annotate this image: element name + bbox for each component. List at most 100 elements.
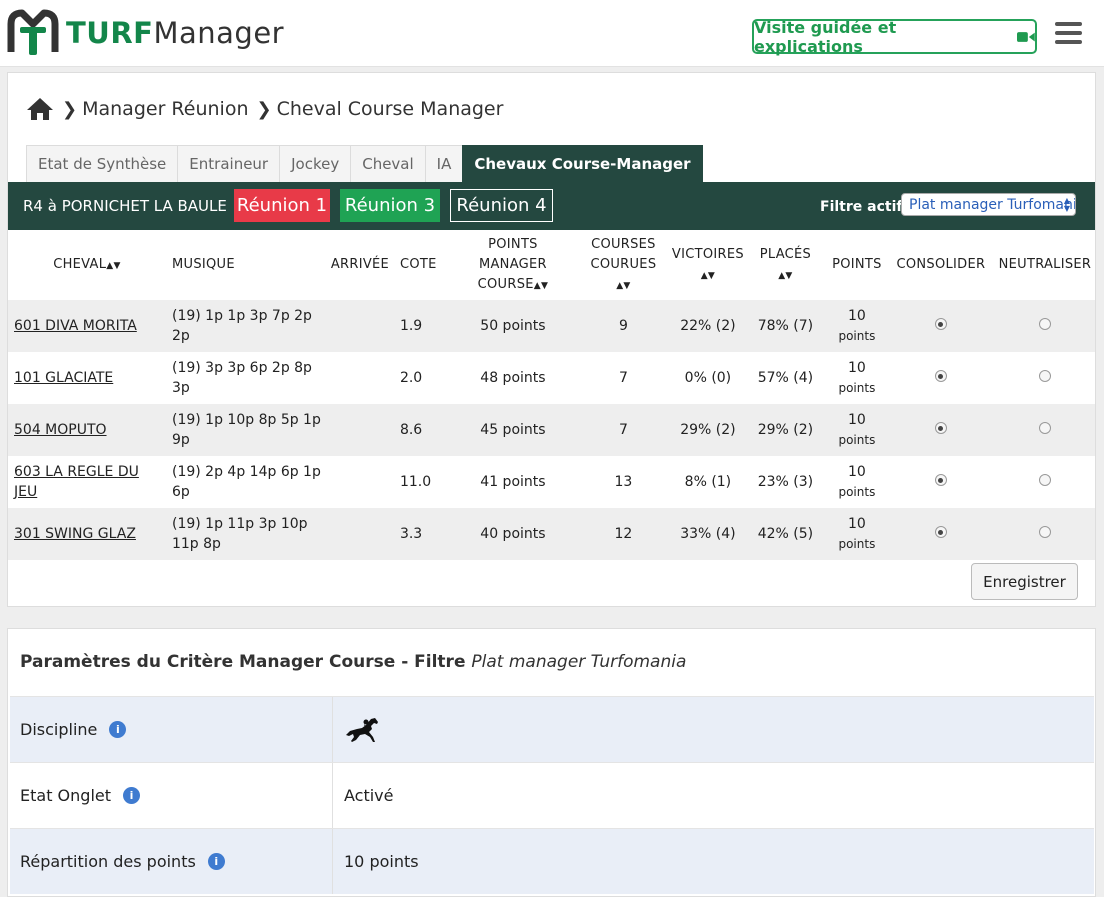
main-card: ❯ Manager Réunion ❯ Cheval Course Manage… bbox=[7, 72, 1096, 607]
breadcrumb: ❯ Manager Réunion ❯ Cheval Course Manage… bbox=[26, 97, 503, 121]
params-card: Paramètres du Critère Manager Course - F… bbox=[7, 628, 1096, 897]
guided-tour-button[interactable]: Visite guidée et explications bbox=[752, 18, 1037, 56]
horse-link[interactable]: 504 MOPUTO bbox=[14, 422, 107, 438]
chevron-right-icon: ❯ bbox=[62, 98, 78, 120]
horse-link[interactable]: 101 GLACIATE bbox=[14, 370, 113, 386]
params-title: Paramètres du Critère Manager Course - F… bbox=[20, 652, 687, 672]
param-row-discipline: Discipline i bbox=[10, 696, 1094, 762]
points-mc-cell: 45 points bbox=[480, 422, 546, 438]
col-courses-courues[interactable]: COURSES COURUES ▲▼ bbox=[575, 230, 672, 300]
filter-select[interactable]: Plat manager Turfomania ▲ ▼ bbox=[901, 193, 1076, 216]
table-row: 603 LA REGLE DU JEU (19) 2p 4p 14p 6p 1p… bbox=[8, 456, 1095, 508]
galloping-horse-icon bbox=[346, 717, 378, 742]
courses-cell: 7 bbox=[618, 422, 628, 438]
musique-cell: (19) 1p 11p 3p 10p 11p 8p bbox=[171, 516, 308, 552]
horse-link[interactable]: 601 DIVA MORITA bbox=[14, 318, 137, 334]
params-list: Discipline i Etat Onglet i Activé Répartit… bbox=[10, 696, 1094, 894]
tab-bar: Etat de Synthèse Entraineur Jockey Cheva… bbox=[26, 145, 703, 183]
neutraliser-radio[interactable] bbox=[1038, 422, 1051, 434]
col-victoires[interactable]: VICTOIRES ▲▼ bbox=[672, 230, 744, 300]
save-button[interactable]: Enregistrer bbox=[971, 563, 1078, 600]
chevron-right-icon: ❯ bbox=[256, 98, 272, 120]
places-cell: 42% (5) bbox=[757, 526, 814, 542]
points-mc-cell: 48 points bbox=[480, 370, 546, 386]
arrivee-cell bbox=[326, 404, 394, 456]
places-cell: 57% (4) bbox=[757, 370, 814, 386]
reunion-1-button[interactable]: Réunion 1 bbox=[234, 189, 330, 222]
consolider-radio[interactable] bbox=[934, 526, 947, 538]
horses-table: CHEVAL▲▼ MUSIQUE ARRIVÉE COTE POINTS MANA… bbox=[8, 230, 1095, 560]
arrivee-cell bbox=[326, 456, 394, 508]
tab-ia[interactable]: IA bbox=[424, 145, 463, 183]
musique-cell: (19) 2p 4p 14p 6p 1p 6p bbox=[171, 464, 321, 500]
places-cell: 23% (3) bbox=[757, 474, 814, 490]
tab-etat-synthese[interactable]: Etat de Synthèse bbox=[26, 145, 178, 183]
neutraliser-radio[interactable] bbox=[1038, 370, 1051, 382]
menu-icon[interactable] bbox=[1055, 22, 1082, 44]
tab-entraineur[interactable]: Entraineur bbox=[177, 145, 280, 183]
courses-cell: 12 bbox=[614, 526, 633, 542]
select-arrows-icon: ▲ ▼ bbox=[1063, 196, 1071, 213]
info-icon[interactable]: i bbox=[207, 853, 225, 870]
table-row: 101 GLACIATE (19) 3p 3p 6p 2p 8p 3p 2.0 … bbox=[8, 352, 1095, 404]
home-icon[interactable] bbox=[26, 97, 54, 121]
consolider-radio[interactable] bbox=[934, 370, 947, 382]
arrivee-cell bbox=[326, 508, 394, 560]
info-icon[interactable]: i bbox=[123, 787, 140, 804]
cote-cell: 11.0 bbox=[399, 474, 432, 490]
logo[interactable]: TURFManager bbox=[6, 8, 284, 58]
sort-icon: ▲▼ bbox=[106, 260, 121, 271]
points-cell: 10 points bbox=[838, 360, 876, 395]
col-cheval[interactable]: CHEVAL▲▼ bbox=[8, 230, 166, 300]
turf-logo-icon bbox=[7, 9, 59, 55]
consolider-radio[interactable] bbox=[934, 474, 947, 486]
points-cell: 10 points bbox=[838, 464, 876, 499]
breadcrumb-item-manager-reunion[interactable]: Manager Réunion bbox=[82, 98, 248, 120]
col-neutraliser: NEUTRALISER bbox=[998, 257, 1092, 272]
horse-link[interactable]: 301 SWING GLAZ bbox=[14, 526, 136, 542]
tab-jockey[interactable]: Jockey bbox=[279, 145, 351, 183]
points-mc-cell: 41 points bbox=[480, 474, 546, 490]
cote-cell: 1.9 bbox=[399, 318, 423, 334]
col-points-manager-course[interactable]: POINTS MANAGER COURSE▲▼ bbox=[451, 230, 575, 300]
param-label: Discipline bbox=[20, 720, 98, 739]
cote-cell: 3.3 bbox=[399, 526, 423, 542]
param-label: Etat Onglet bbox=[20, 786, 111, 805]
consolider-radio[interactable] bbox=[934, 422, 947, 434]
col-consolider: CONSOLIDER bbox=[896, 257, 986, 272]
table-row: 504 MOPUTO (19) 1p 10p 8p 5p 1p 9p 8.6 4… bbox=[8, 404, 1095, 456]
victoires-cell: 33% (4) bbox=[680, 526, 736, 542]
neutraliser-radio[interactable] bbox=[1038, 318, 1051, 330]
filter-select-value: Plat manager Turfomania bbox=[909, 196, 1076, 213]
tab-chevaux-course-manager[interactable]: Chevaux Course-Manager bbox=[462, 145, 703, 183]
param-value: 10 points bbox=[344, 852, 419, 871]
victoires-cell: 22% (2) bbox=[680, 318, 736, 334]
musique-cell: (19) 1p 1p 3p 7p 2p 2p bbox=[171, 308, 312, 344]
video-camera-icon bbox=[1017, 31, 1035, 42]
table-row: 301 SWING GLAZ (19) 1p 11p 3p 10p 11p 8p… bbox=[8, 508, 1095, 560]
info-icon[interactable]: i bbox=[109, 721, 127, 738]
params-filter-name: Plat manager Turfomania bbox=[471, 652, 687, 672]
reunion-3-button[interactable]: Réunion 3 bbox=[340, 189, 440, 222]
tab-cheval[interactable]: Cheval bbox=[350, 145, 425, 183]
points-cell: 10 points bbox=[838, 516, 876, 551]
col-places[interactable]: PLACÉS ▲▼ bbox=[744, 230, 827, 300]
table-row: 601 DIVA MORITA (19) 1p 1p 3p 7p 2p 2p 1… bbox=[8, 300, 1095, 352]
arrivee-cell bbox=[326, 352, 394, 404]
param-value bbox=[333, 697, 1094, 762]
consolider-radio[interactable] bbox=[934, 318, 947, 330]
neutraliser-radio[interactable] bbox=[1038, 474, 1051, 486]
reunion-4-button[interactable]: Réunion 4 bbox=[450, 189, 553, 222]
points-cell: 10 points bbox=[838, 412, 876, 447]
neutraliser-radio[interactable] bbox=[1038, 526, 1051, 538]
points-mc-cell: 50 points bbox=[480, 318, 546, 334]
arrivee-cell bbox=[326, 300, 394, 352]
points-cell: 10 points bbox=[838, 308, 876, 343]
cote-cell: 8.6 bbox=[399, 422, 423, 438]
col-musique: MUSIQUE bbox=[171, 257, 235, 272]
top-bar: TURFManager Visite guidée et explication… bbox=[0, 0, 1104, 67]
courses-cell: 9 bbox=[618, 318, 628, 334]
logo-manager-text: Manager bbox=[153, 16, 285, 50]
points-mc-cell: 40 points bbox=[480, 526, 546, 542]
horse-link[interactable]: 603 LA REGLE DU JEU bbox=[14, 464, 139, 500]
